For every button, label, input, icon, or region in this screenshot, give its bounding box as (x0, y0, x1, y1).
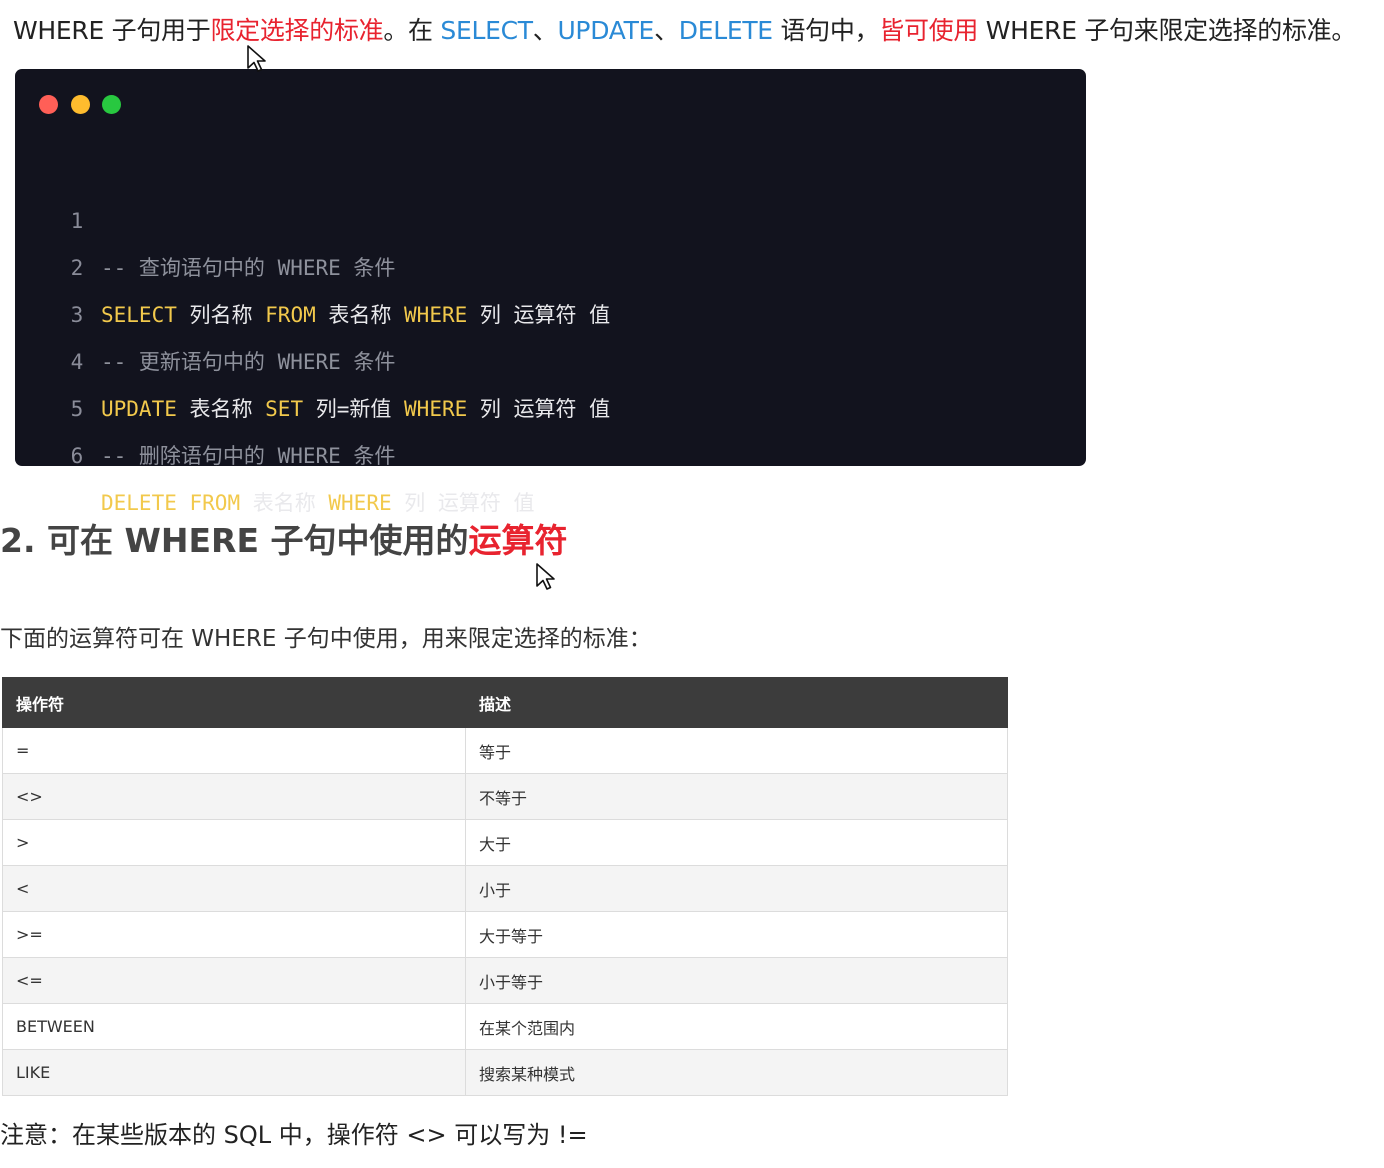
description-cell: 等于 (465, 727, 1008, 774)
operator-cell: = (2, 727, 466, 774)
operator-cell: >= (2, 911, 466, 958)
code-line: 5 -- 删除语句中的 WHERE 条件 (15, 339, 1086, 468)
column-header-description: 描述 (465, 677, 1008, 728)
intro-text: 。在 (383, 16, 441, 45)
description-cell: 大于等于 (465, 911, 1008, 958)
code-line: 6 DELETE FROM 表名称 WHERE 列 运算符 值 (15, 386, 1086, 515)
intro-separator: 、 (654, 16, 679, 45)
intro-text: WHERE 子句来限定选择的标准。 (978, 16, 1357, 45)
code-text: 表名称 (240, 491, 329, 515)
code-line: 1 -- 查询语句中的 WHERE 条件 (15, 151, 1086, 280)
table-row: < 小于 (2, 865, 1008, 912)
note-text: 注意：在某些版本的 SQL 中，操作符 <> 可以写为 != (0, 1121, 588, 1149)
table-row: <= 小于等于 (2, 957, 1008, 1004)
code-keyword: WHERE (328, 491, 392, 515)
intro-text: WHERE 子句用于 (13, 16, 211, 45)
description-cell: 大于 (465, 819, 1008, 866)
operator-cell: <> (2, 773, 466, 820)
section-heading-text: 2. 可在 WHERE 子句中使用的 (0, 521, 469, 560)
intro-highlight-usable: 皆可使用 (879, 16, 979, 45)
line-number: 6 (70, 444, 84, 468)
operator-cell: LIKE (2, 1049, 466, 1096)
intro-keyword-delete: DELETE (678, 16, 773, 45)
intro-keyword-update: UPDATE (557, 16, 655, 45)
intro-text: 语句中， (772, 16, 880, 45)
intro-keyword-select: SELECT (440, 16, 533, 45)
code-lines: 1 -- 查询语句中的 WHERE 条件 2 SELECT 列名称 FROM 表… (15, 151, 1086, 515)
code-line: 3 -- 更新语句中的 WHERE 条件 (15, 245, 1086, 374)
mouse-cursor-icon (247, 45, 266, 72)
column-header-operator: 操作符 (2, 677, 466, 728)
green-dot-icon (102, 95, 121, 114)
red-dot-icon (39, 95, 58, 114)
description-cell: 不等于 (465, 773, 1008, 820)
yellow-dot-icon (71, 95, 90, 114)
operator-cell: > (2, 819, 466, 866)
section-heading-highlight: 运算符 (468, 521, 568, 560)
table-row: BETWEEN 在某个范围内 (2, 1003, 1008, 1050)
operator-cell: BETWEEN (2, 1003, 466, 1050)
section-heading: 2. 可在 WHERE 子句中使用的运算符 (0, 518, 567, 564)
code-line: 2 SELECT 列名称 FROM 表名称 WHERE 列 运算符 值 (15, 198, 1086, 327)
intro-paragraph: WHERE 子句用于限定选择的标准。在 SELECT、UPDATE、DELETE… (13, 12, 1384, 50)
code-line: 4 UPDATE 表名称 SET 列=新值 WHERE 列 运算符 值 (15, 292, 1086, 421)
table-row: = 等于 (2, 727, 1008, 774)
table-row: LIKE 搜索某种模式 (2, 1049, 1008, 1096)
code-keyword: FROM (189, 491, 241, 515)
table-row: >= 大于等于 (2, 911, 1008, 958)
table-header-row: 操作符 描述 (2, 677, 1008, 728)
operators-table: 操作符 描述 = 等于 <> 不等于 > 大于 < 小于 >= 大于等于 <= 小于等于 B… (2, 677, 1008, 1096)
code-keyword: DELETE (101, 491, 177, 515)
section-description: 下面的运算符可在 WHERE 子句中使用，用来限定选择的标准： (0, 626, 652, 652)
code-comment: -- 删除语句中的 WHERE 条件 (101, 444, 396, 468)
operator-cell: <= (2, 957, 466, 1004)
intro-separator: 、 (532, 16, 558, 45)
intro-highlight-criteria: 限定选择的标准 (210, 16, 384, 45)
table-row: <> 不等于 (2, 773, 1008, 820)
description-cell: 小于 (465, 865, 1008, 912)
mouse-cursor-icon (536, 563, 555, 590)
description-cell: 搜索某种模式 (465, 1049, 1008, 1096)
code-block: 1 -- 查询语句中的 WHERE 条件 2 SELECT 列名称 FROM 表… (15, 69, 1086, 515)
table-row: > 大于 (2, 819, 1008, 866)
operator-cell: < (2, 865, 466, 912)
code-text: 列 运算符 值 (391, 491, 535, 515)
description-cell: 小于等于 (465, 957, 1008, 1004)
description-cell: 在某个范围内 (465, 1003, 1008, 1050)
